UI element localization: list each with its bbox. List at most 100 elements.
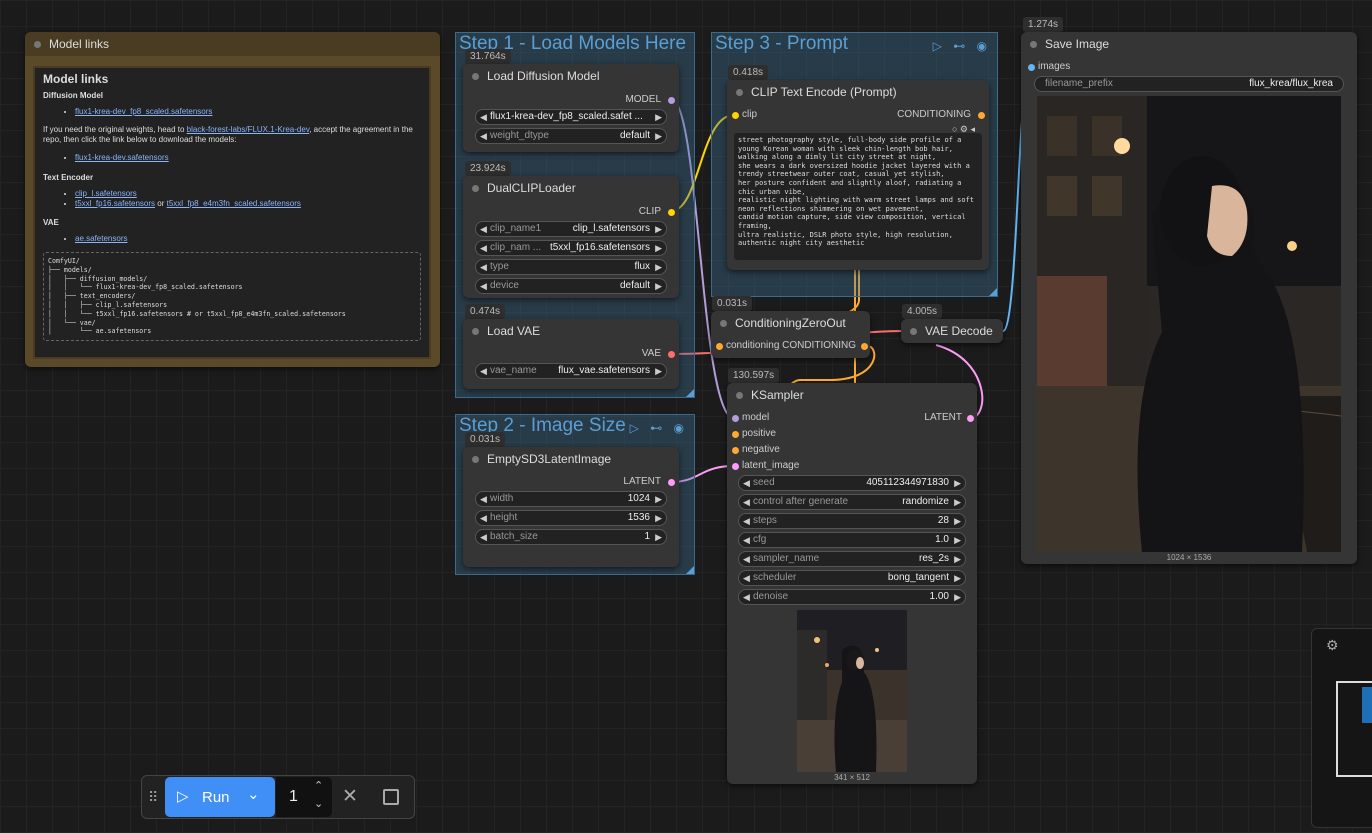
run-label: Run — [202, 789, 230, 806]
cancel-icon[interactable]: ✕ — [342, 785, 358, 808]
node-header[interactable]: Load Diffusion Model — [463, 64, 679, 88]
ksampler-node[interactable]: KSampler model LATENT positive negative … — [727, 383, 977, 784]
collapse-dot[interactable] — [1030, 41, 1037, 48]
node-header[interactable]: EmptySD3LatentImage — [463, 447, 679, 471]
load-diffusion-model-node[interactable]: Load Diffusion Model MODEL ◀ flux1-krea-d… — [463, 64, 679, 152]
node-header[interactable]: DualCLIPLoader — [463, 176, 679, 200]
t5xxl-fp16-link[interactable]: t5xxl_fp16.safetensors — [75, 199, 155, 208]
input-model[interactable]: model — [732, 411, 769, 425]
resize-handle[interactable] — [989, 288, 997, 296]
steps-number[interactable]: ◀ steps 28 ▶ — [738, 513, 966, 529]
node-header[interactable]: Save Image — [1021, 32, 1357, 56]
t5xxl-fp8-link[interactable]: t5xxl_fp8_e4m3fn_scaled.safetensors — [167, 199, 301, 208]
seed-number[interactable]: ◀ seed 405112344971830 ▶ — [738, 475, 966, 491]
empty-sd3-latent-image-node[interactable]: EmptySD3LatentImage LATENT ◀ width 1024 ▶ ◀… — [463, 447, 679, 567]
collapse-dot[interactable] — [736, 89, 743, 96]
vae-decode-node[interactable]: VAE Decode — [901, 319, 1003, 343]
collapse-dot[interactable] — [34, 41, 41, 48]
resize-handle[interactable] — [686, 566, 694, 574]
ae-link[interactable]: ae.safetensors — [75, 234, 127, 243]
batch-count-value: 1 — [289, 788, 298, 805]
height-number[interactable]: ◀ height 1536 ▶ — [475, 510, 667, 526]
collapse-dot[interactable] — [472, 328, 479, 335]
unet-name-combo[interactable]: ◀ flux1-krea-dev_fp8_scaled.safet ... ▶ — [475, 109, 667, 125]
type-combo[interactable]: ◀ type flux ▶ — [475, 259, 667, 275]
hf-repo-link[interactable]: black-forest-labs/FLUX.1-Krea-dev — [187, 125, 310, 134]
run-button[interactable]: ▷ Run ⌄ — [165, 777, 275, 817]
clip-name1-combo[interactable]: ◀ clip_name1 clip_l.safetensors ▶ — [475, 221, 667, 237]
run-toolbar: ⠿ ▷ Run ⌄ 1 ⌃ ⌄ ✕ — [141, 775, 415, 819]
minimap-node — [1362, 687, 1372, 723]
exec-time-badge: 23.924s — [465, 161, 511, 176]
node-header[interactable]: CLIP Text Encode (Prompt) — [727, 80, 989, 104]
node-header[interactable]: Load VAE — [463, 319, 679, 343]
output-vae[interactable]: VAE — [642, 347, 675, 361]
scheduler-combo[interactable]: ◀ scheduler bong_tangent ▶ — [738, 570, 966, 586]
node-header[interactable]: VAE Decode — [901, 319, 1003, 343]
control-after-generate-combo[interactable]: ◀ control after generate randomize ▶ — [738, 494, 966, 510]
diffusion-heading: Diffusion Model — [43, 91, 103, 100]
load-vae-node[interactable]: Load VAE VAE ◀ vae_name flux_vae.safetenso… — [463, 319, 679, 389]
output-conditioning[interactable]: CONDITIONING — [782, 339, 868, 353]
diffusion-model-link[interactable]: flux1-krea-dev_fp8_scaled.safetensors — [75, 107, 212, 116]
vae-name-combo[interactable]: ◀ vae_name flux_vae.safetensors ▶ — [475, 363, 667, 379]
save-image-preview[interactable] — [1037, 96, 1341, 552]
batch-count-input[interactable]: 1 ⌃ ⌄ — [276, 777, 332, 817]
sampler-name-combo[interactable]: ◀ sampler_name res_2s ▶ — [738, 551, 966, 567]
weight-dtype-combo[interactable]: ◀ weight_dtype default ▶ — [475, 128, 667, 144]
original-weights-link[interactable]: flux1-krea-dev.safetensors — [75, 153, 169, 162]
exec-time-badge: 4.005s — [902, 304, 943, 319]
input-clip[interactable]: clip — [732, 108, 757, 122]
filename-prefix-text[interactable]: filename_prefix flux_krea/flux_krea — [1034, 76, 1344, 92]
decrement-icon[interactable]: ⌄ — [314, 797, 323, 810]
node-header[interactable]: KSampler — [727, 383, 977, 407]
input-conditioning[interactable]: conditioning — [716, 339, 779, 353]
clip-l-link[interactable]: clip_l.safetensors — [75, 189, 137, 198]
output-conditioning[interactable]: CONDITIONING — [897, 108, 985, 122]
collapse-dot[interactable] — [472, 185, 479, 192]
chevron-down-icon[interactable]: ⌄ — [247, 785, 260, 803]
input-images[interactable]: images — [1028, 60, 1070, 74]
model-links-node[interactable]: Model links Model links Diffusion Model … — [25, 32, 440, 367]
prompt-textarea[interactable]: street photography style, full-body side… — [734, 133, 982, 260]
ksampler-preview-image[interactable] — [797, 610, 907, 772]
dual-clip-loader-node[interactable]: DualCLIPLoader CLIP ◀ clip_name1 clip_l.sa… — [463, 176, 679, 298]
input-negative[interactable]: negative — [732, 443, 780, 457]
minimap-panel[interactable]: ⚙ — [1311, 628, 1372, 828]
clip-text-encode-node[interactable]: CLIP Text Encode (Prompt) clip CONDITION… — [727, 80, 989, 270]
collapse-dot[interactable] — [472, 456, 479, 463]
node-title: Load Diffusion Model — [487, 69, 600, 83]
output-model[interactable]: MODEL — [625, 93, 675, 107]
collapse-dot[interactable] — [910, 328, 917, 335]
device-combo[interactable]: ◀ device default ▶ — [475, 278, 667, 294]
save-image-node[interactable]: Save Image images filename_prefix flux_kr… — [1021, 32, 1357, 564]
conditioning-zero-out-node[interactable]: ConditioningZeroOut conditioning CONDITI… — [711, 311, 870, 358]
node-header[interactable]: ConditioningZeroOut — [711, 311, 870, 335]
group-step3-icons[interactable]: ▷ ⊷ ◉ — [933, 39, 991, 53]
exec-time-badge: 0.031s — [712, 296, 753, 311]
output-clip[interactable]: CLIP — [639, 205, 675, 219]
clip-name2-combo[interactable]: ◀ clip_nam ... t5xxl_fp16.safetensors ▶ — [475, 240, 667, 256]
minimap-settings-icon[interactable]: ⚙ — [1326, 637, 1339, 654]
drag-handle-icon[interactable]: ⠿ — [148, 789, 158, 806]
cfg-number[interactable]: ◀ cfg 1.0 ▶ — [738, 532, 966, 548]
resize-handle[interactable] — [686, 389, 694, 397]
input-latent-image[interactable]: latent_image — [732, 459, 799, 473]
group-step3-title[interactable]: Step 3 - Prompt — [715, 33, 848, 55]
increment-icon[interactable]: ⌃ — [314, 779, 323, 792]
collapse-dot[interactable] — [720, 320, 727, 327]
node-title: KSampler — [751, 388, 804, 402]
model-links-header[interactable]: Model links — [25, 32, 440, 56]
width-number[interactable]: ◀ width 1024 ▶ — [475, 491, 667, 507]
group-step2-icons[interactable]: ▷ ⊷ ◉ — [630, 421, 688, 435]
output-latent[interactable]: LATENT — [924, 411, 974, 425]
output-latent[interactable]: LATENT — [623, 475, 675, 489]
input-positive[interactable]: positive — [732, 427, 776, 441]
stop-icon[interactable] — [383, 789, 399, 805]
collapse-dot[interactable] — [736, 392, 743, 399]
batch-size-number[interactable]: ◀ batch_size 1 ▶ — [475, 529, 667, 545]
collapse-dot[interactable] — [472, 73, 479, 80]
denoise-number[interactable]: ◀ denoise 1.00 ▶ — [738, 589, 966, 605]
node-title: DualCLIPLoader — [487, 181, 576, 195]
node-title: ConditioningZeroOut — [735, 316, 846, 330]
